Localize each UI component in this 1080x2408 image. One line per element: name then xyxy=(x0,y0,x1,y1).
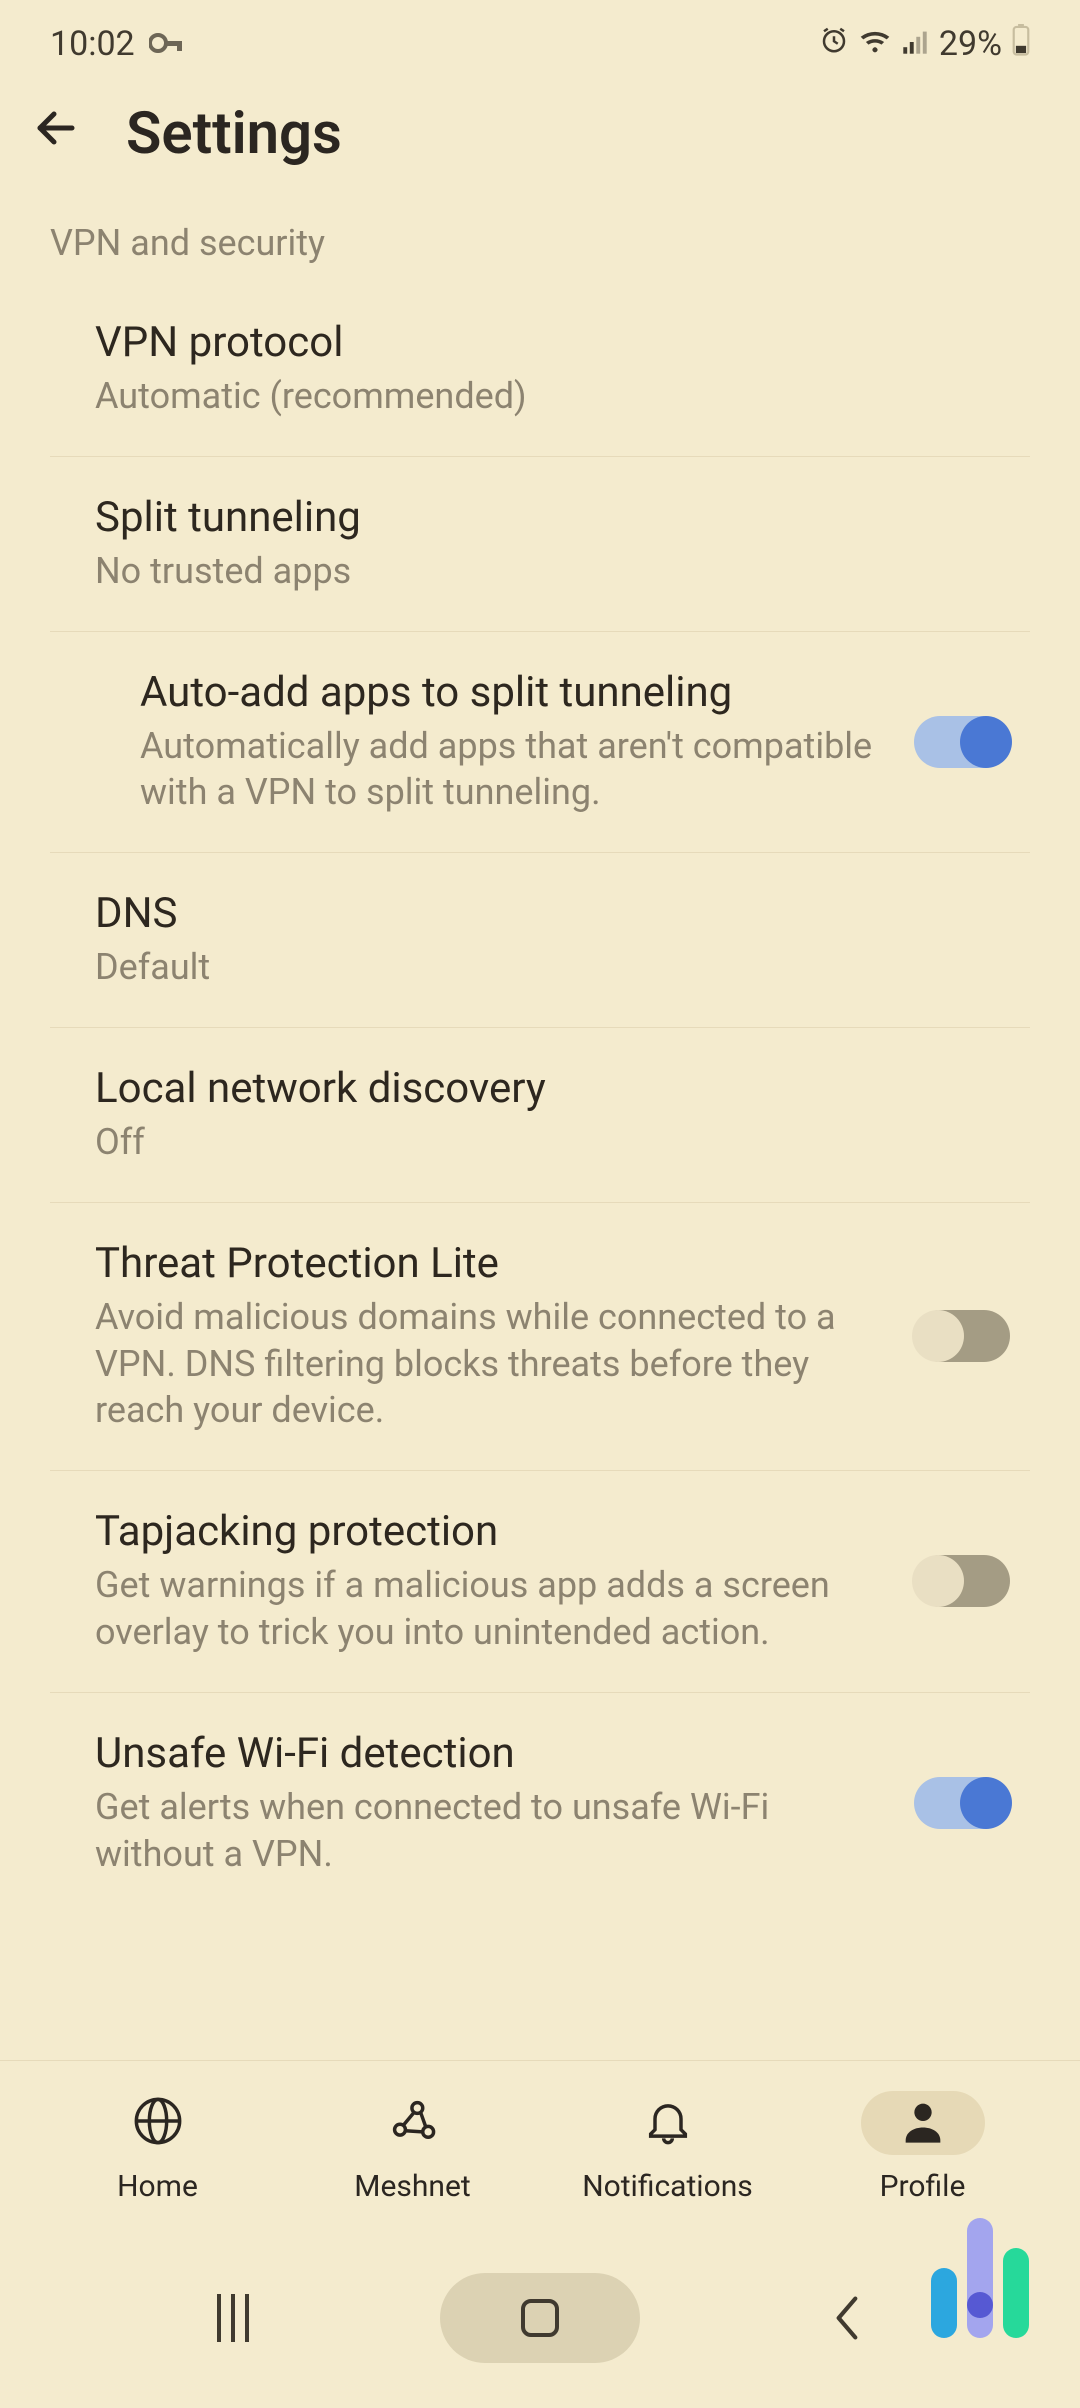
item-tapjacking-protection[interactable]: Tapjacking protection Get warnings if a … xyxy=(50,1471,1030,1693)
battery-icon xyxy=(1012,24,1030,65)
assistant-bar-icon xyxy=(1003,2248,1029,2338)
item-split-tunneling[interactable]: Split tunneling No trusted apps xyxy=(50,457,1030,632)
item-local-network-discovery[interactable]: Local network discovery Off xyxy=(50,1028,1030,1203)
assistant-bar-icon xyxy=(967,2218,993,2338)
item-subtitle: No trusted apps xyxy=(95,548,1020,595)
toggle-auto-add[interactable] xyxy=(914,716,1010,768)
toggle-threat-protection[interactable] xyxy=(914,1310,1010,1362)
assistant-bar-icon xyxy=(931,2268,957,2338)
nav-notifications[interactable]: Notifications xyxy=(568,2091,768,2204)
clock: 10:02 xyxy=(50,24,135,64)
item-title: VPN protocol xyxy=(95,318,1020,367)
item-title: DNS xyxy=(95,889,1020,938)
globe-icon xyxy=(132,2095,184,2151)
meshnet-icon xyxy=(387,2095,439,2151)
bell-icon xyxy=(642,2095,694,2151)
item-vpn-protocol[interactable]: VPN protocol Automatic (recommended) xyxy=(50,282,1030,457)
item-title: Threat Protection Lite xyxy=(95,1239,884,1288)
battery-pct: 29% xyxy=(939,24,1002,64)
item-subtitle: Get warnings if a malicious app adds a s… xyxy=(95,1562,884,1656)
toggle-unsafe-wifi[interactable] xyxy=(914,1777,1010,1829)
app-header: Settings xyxy=(0,80,1080,204)
item-threat-protection-lite[interactable]: Threat Protection Lite Avoid malicious d… xyxy=(50,1203,1030,1471)
item-auto-add-split-tunneling[interactable]: Auto-add apps to split tunneling Automat… xyxy=(50,632,1030,854)
bottom-nav: Home Meshnet Notifications Profile xyxy=(0,2060,1080,2228)
item-subtitle: Avoid malicious domains while connected … xyxy=(95,1294,884,1434)
nav-meshnet[interactable]: Meshnet xyxy=(313,2091,513,2204)
voice-assistant-overlay[interactable] xyxy=(920,2218,1040,2338)
settings-list: VPN protocol Automatic (recommended) Spl… xyxy=(0,282,1080,1913)
item-title: Tapjacking protection xyxy=(95,1507,884,1556)
system-back-button[interactable] xyxy=(747,2263,947,2373)
nav-label: Meshnet xyxy=(354,2169,470,2204)
item-subtitle: Get alerts when connected to unsafe Wi-F… xyxy=(95,1784,884,1878)
item-title: Split tunneling xyxy=(95,493,1020,542)
vpn-key-icon xyxy=(149,27,185,62)
wifi-icon xyxy=(859,24,891,64)
nav-label: Home xyxy=(117,2169,198,2204)
home-button[interactable] xyxy=(440,2273,640,2363)
signal-icon xyxy=(901,24,929,64)
toggle-tapjacking[interactable] xyxy=(914,1555,1010,1607)
item-unsafe-wifi-detection[interactable]: Unsafe Wi-Fi detection Get alerts when c… xyxy=(50,1693,1030,1914)
item-subtitle: Off xyxy=(95,1119,1020,1166)
recents-button[interactable] xyxy=(133,2263,333,2373)
item-subtitle: Automatically add apps that aren't compa… xyxy=(140,723,884,817)
status-bar: 10:02 29% xyxy=(0,0,1080,80)
profile-icon xyxy=(897,2095,949,2151)
back-arrow-icon[interactable] xyxy=(32,104,80,165)
nav-profile[interactable]: Profile xyxy=(823,2091,1023,2204)
nav-label: Profile xyxy=(880,2169,966,2204)
item-dns[interactable]: DNS Default xyxy=(50,853,1030,1028)
alarm-icon xyxy=(819,24,849,64)
item-title: Auto-add apps to split tunneling xyxy=(140,668,884,717)
item-subtitle: Default xyxy=(95,944,1020,991)
page-title: Settings xyxy=(126,100,342,168)
nav-label: Notifications xyxy=(582,2169,753,2204)
nav-home[interactable]: Home xyxy=(58,2091,258,2204)
recents-icon xyxy=(217,2294,249,2342)
chevron-left-icon xyxy=(830,2293,864,2343)
item-subtitle: Automatic (recommended) xyxy=(95,373,1020,420)
section-vpn-security: VPN and security xyxy=(0,204,1080,282)
system-nav-bar xyxy=(0,2228,1080,2408)
home-icon xyxy=(521,2299,559,2337)
item-title: Local network discovery xyxy=(95,1064,1020,1113)
item-title: Unsafe Wi-Fi detection xyxy=(95,1729,884,1778)
